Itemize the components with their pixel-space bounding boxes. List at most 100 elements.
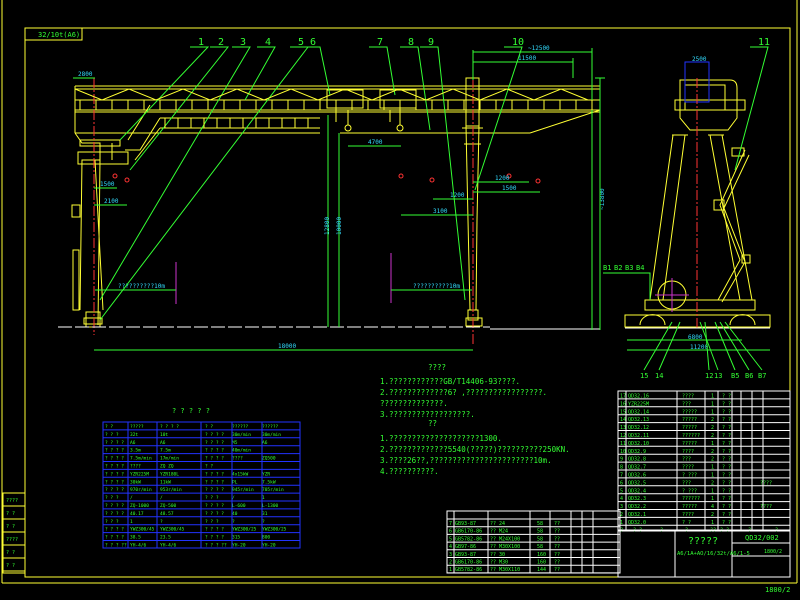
callout-leader [474,46,523,191]
spec-header-cell: ?????? [232,424,249,430]
revision-strip: ???? ? ? ? ????? ? ? ? ? [2,492,26,574]
fastener-cell: 160 [537,560,546,566]
fastener-cell: 144 [537,567,546,573]
trolley-aux [379,89,417,109]
spec-cell: 953r/min [160,487,182,493]
dim-approach-2: 2100 [104,198,119,205]
callout-label: 1 [198,37,204,48]
title-block-sheet: 1800/2 [764,549,782,555]
spec-cell: L-600 [232,503,246,509]
spec-cell: ? ? ? ? [205,432,224,438]
cad-drawing-canvas: 32/10t(A6) 1800/2 2800 ~12500 11500 ~138… [1,0,798,594]
spec-cell: 40 [232,511,238,517]
fastener-cell: ?? [554,560,560,566]
technical-notes: ???? ?? 1.????????????GB/T14406-93????. 2… [380,363,570,476]
spec-cell: 3.5m [130,448,141,454]
spec-header-cell: ? ? [205,424,213,430]
fastener-cell: 58 [537,544,543,550]
fastener-cell: 7 [449,521,452,527]
title-tag: 32/10t(A6) [38,31,80,39]
dim-approach-6: 1500 [502,185,517,192]
callout-label: 13 [714,372,722,380]
callout-label: 15 [640,372,648,380]
callout-label: B3 [625,264,633,272]
spec-cell: 31 [262,511,268,517]
spec-cell: ? ? ? [205,495,219,501]
strip-cell: ? ? [6,524,15,530]
callout-label: 3 [240,37,246,48]
spec-cell: 38.5 [130,535,141,541]
spec-cell: 48.57 [160,511,174,517]
title-block-name: ????? [688,536,718,547]
fastener-cell: ?? [554,552,560,558]
dim-approach-4: 3100 [433,208,448,215]
spec-cell: ? ? ? ?? [205,543,227,549]
dim-side-top: 2500 [692,56,707,63]
spec-table: ? ? ? ? ? ? ??????? ? ? ?? ?????????????… [102,407,301,549]
spec-cell: 315 [232,535,240,541]
callout-label: B2 [614,264,622,272]
callout-label: B6 [745,372,753,380]
lift-note-right: ??????????10m [413,283,460,290]
callout-label: 10 [512,37,524,48]
fastener-cell: GB97-86 [455,544,476,550]
callout-label: 8 [408,37,414,48]
spec-cell: 30m/min [232,432,251,438]
dim-approach-5: 1200 [495,175,510,182]
strip-cell: ? ? [6,550,15,556]
note-line: 3.??????????????????. [380,410,475,419]
fastener-cell: 58 [537,529,543,535]
spec-cell: 1 [130,519,133,525]
fastener-cell: 160 [537,552,546,558]
callout-label: B7 [758,372,766,380]
spec-cell: ? ? ? ? [205,527,224,533]
callout-leader [369,46,396,96]
fastener-cell: GB5782-86 [455,536,482,542]
fastener-cell: ?? [554,521,560,527]
spec-cell: 30m/min [262,432,281,438]
dim-side-base-1: 6800 [688,334,703,341]
title-block-spec: A6/1A+AO/16/32t/A6/1-5 [677,551,750,557]
fastener-cell: ?? [554,544,560,550]
spec-cell: 7.5kW [262,479,276,485]
fastener-cell: 58 [537,521,543,527]
spec-cell: 705r/min [262,487,284,493]
callout-leader [244,46,276,101]
fastener-cell: ?? M30 [490,560,508,566]
spec-cell: ? [160,519,163,525]
fastener-cell: GB6170-86 [455,529,482,535]
spec-cell: 7.5m/min [130,456,152,462]
dim-approach-3: 1200 [450,192,465,199]
strip-cell: ? ? [6,563,15,569]
spec-cell: ? ? ? [105,432,119,438]
callout-leader [99,46,251,301]
fastener-cell: 58 [537,536,543,542]
spec-cell: ? ? ? ? [205,456,224,462]
spec-header-cell: ? ? [105,424,113,430]
callout-leader [724,321,763,371]
spec-header-cell: ? ? ? ? [160,424,179,430]
spec-cell: YWZ300/25 [262,527,287,533]
callout-leader [734,46,769,171]
hook-aux [396,124,404,132]
spec-cell: 4x15kW [232,471,249,477]
callout-leader [643,321,673,371]
spec-header-cell: ????? [130,424,144,430]
dim-lift-height-2: 10000 [336,217,343,235]
spec-cell: 32t [130,432,138,438]
spec-cell: ZQ-1000 [130,503,149,509]
strip-cell: ???? [6,498,18,504]
spec-cell: YZR [262,471,270,477]
callout-leader [99,46,310,321]
spec-cell: M5 [232,440,238,446]
spec-cell: ? ? ? ? [105,527,124,533]
spec-cell: ? ? ? ? [105,487,124,493]
spec-cell: 945r/min [232,487,254,493]
fastener-cell: ?? [554,567,560,573]
spec-cell: YWZ300/45 [130,527,155,533]
dim-left-overhang: 2800 [78,71,93,78]
fastener-table: 7 GB93-87?? 24 58 ??6 GB6170-86?? M24 58 ??5 GB… [446,510,621,574]
callout-label: B5 [731,372,739,380]
dim-span: 18000 [278,343,296,350]
spec-cell: ? ? ? ? [105,535,124,541]
